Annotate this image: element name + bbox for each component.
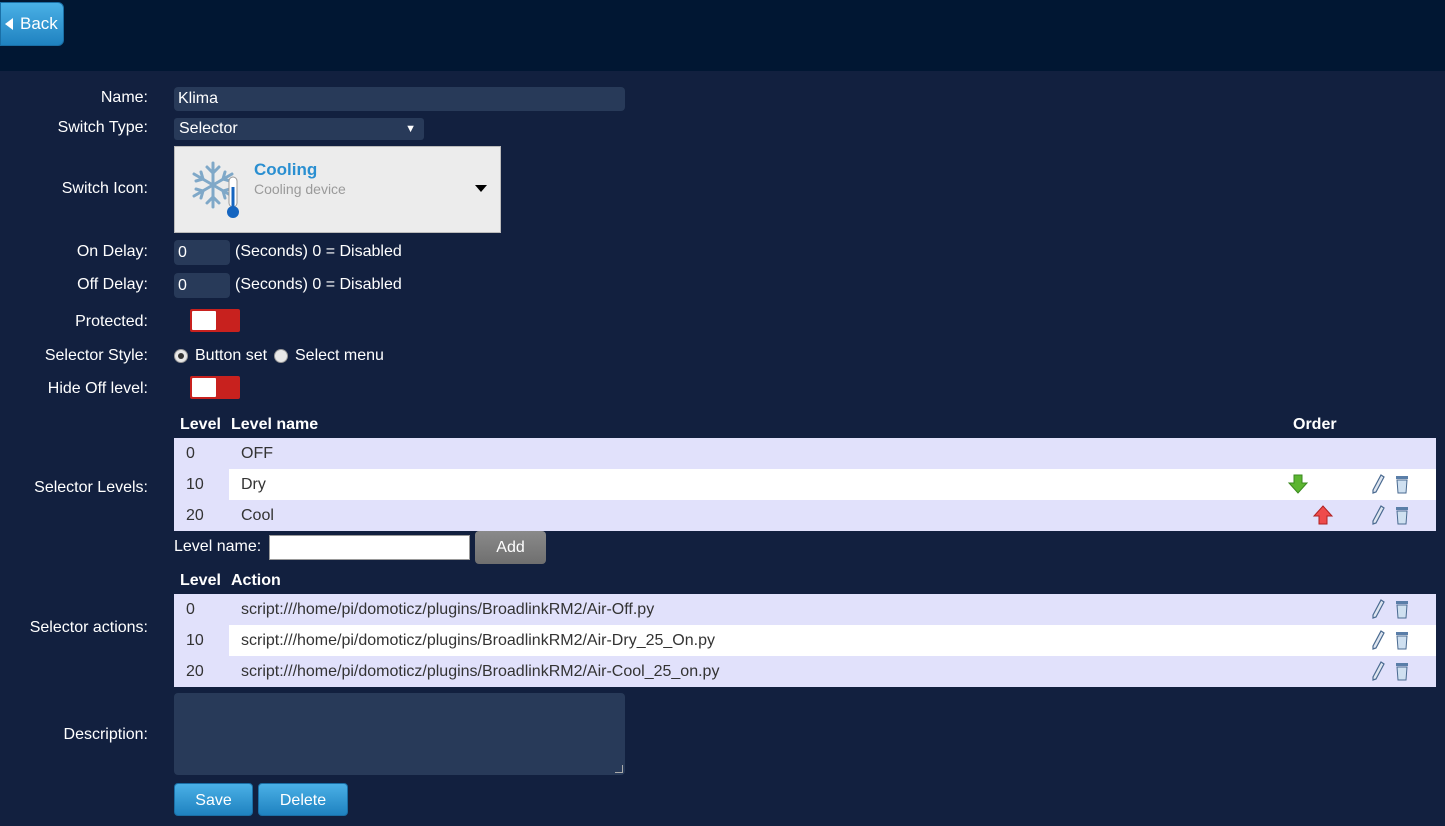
level-name-input[interactable]: [269, 535, 470, 560]
off-delay-input[interactable]: 0: [174, 273, 230, 298]
level-name-cell: Cool: [241, 507, 274, 524]
save-button[interactable]: Save: [174, 783, 253, 816]
off-delay-label: Off Delay:: [77, 276, 148, 293]
level-cell: 0: [174, 438, 229, 469]
on-delay-label: On Delay:: [76, 243, 148, 260]
selector-levels-label: Selector Levels:: [34, 479, 148, 496]
icon-subtitle: Cooling device: [254, 181, 346, 197]
radio-select-menu-label: Select menu: [295, 347, 384, 364]
levels-header-name: Level name: [231, 416, 319, 433]
hide-off-toggle[interactable]: [190, 376, 240, 399]
level-cell: 20: [174, 500, 229, 531]
table-row: 10 Dry: [174, 469, 1436, 500]
dropdown-arrow-icon: ▼: [405, 123, 416, 135]
levels-header-level: Level: [180, 416, 221, 433]
resize-grip-icon[interactable]: [615, 765, 623, 773]
edit-icon[interactable]: [1371, 630, 1385, 650]
back-label: Back: [20, 14, 58, 33]
switch-type-select[interactable]: Selector ▼: [174, 118, 424, 140]
description-label: Description:: [63, 726, 148, 743]
radio-button-set-label: Button set: [195, 347, 268, 364]
level-name-label: Level name:: [174, 538, 262, 555]
toggle-knob: [192, 378, 216, 397]
delete-icon[interactable]: [1394, 599, 1410, 619]
description-textarea[interactable]: [174, 693, 625, 775]
level-cell: 10: [174, 469, 229, 500]
on-delay-input[interactable]: 0: [174, 240, 230, 265]
actions-header-level: Level: [180, 572, 221, 589]
back-arrow-icon: [5, 18, 13, 30]
add-level-button[interactable]: Add: [475, 531, 546, 564]
name-label: Name:: [100, 89, 148, 106]
action-cell: script:///home/pi/domoticz/plugins/Broad…: [241, 663, 720, 680]
on-delay-hint: (Seconds) 0 = Disabled: [235, 243, 402, 260]
radio-button-set[interactable]: [174, 349, 188, 363]
table-row: 0 OFF: [174, 438, 1436, 469]
protected-toggle[interactable]: [190, 309, 240, 332]
action-cell: script:///home/pi/domoticz/plugins/Broad…: [241, 601, 655, 618]
delete-button[interactable]: Delete: [258, 783, 348, 816]
level-cell: 20: [174, 656, 229, 687]
toggle-knob: [192, 311, 216, 330]
level-cell: 10: [174, 625, 229, 656]
levels-header-order: Order: [1293, 416, 1337, 433]
switch-type-label: Switch Type:: [57, 119, 148, 136]
delete-icon[interactable]: [1394, 505, 1410, 525]
caret-down-icon: [475, 185, 487, 192]
snowflake-thermometer-icon: [192, 161, 239, 218]
edit-icon[interactable]: [1371, 661, 1385, 681]
back-button[interactable]: Back: [0, 2, 64, 46]
top-bar: Back: [0, 0, 1445, 71]
level-name-cell: Dry: [241, 476, 266, 493]
selector-style-label: Selector Style:: [44, 347, 148, 364]
action-cell: script:///home/pi/domoticz/plugins/Broad…: [241, 632, 715, 649]
switch-type-value: Selector: [179, 120, 238, 137]
edit-icon[interactable]: [1371, 599, 1385, 619]
actions-header-action: Action: [231, 572, 281, 589]
switch-icon-label: Switch Icon:: [61, 180, 148, 197]
hide-off-label: Hide Off level:: [47, 380, 148, 397]
table-row: 20 script:///home/pi/domoticz/plugins/Br…: [174, 656, 1436, 687]
name-input[interactable]: Klima: [174, 87, 625, 111]
off-delay-hint: (Seconds) 0 = Disabled: [235, 276, 402, 293]
selector-actions-label: Selector actions:: [29, 619, 148, 636]
icon-title: Cooling: [254, 160, 318, 179]
switch-icon-picker[interactable]: Cooling Cooling device: [174, 146, 501, 233]
table-row: 10 script:///home/pi/domoticz/plugins/Br…: [174, 625, 1436, 656]
delete-icon[interactable]: [1394, 474, 1410, 494]
protected-label: Protected:: [75, 313, 148, 330]
level-name-cell: OFF: [241, 445, 273, 462]
move-up-icon[interactable]: [1312, 504, 1334, 526]
level-cell: 0: [174, 594, 229, 625]
delete-icon[interactable]: [1394, 661, 1410, 681]
table-row: 0 script:///home/pi/domoticz/plugins/Bro…: [174, 594, 1436, 625]
radio-select-menu[interactable]: [274, 349, 288, 363]
table-row: 20 Cool: [174, 500, 1436, 531]
move-down-icon[interactable]: [1287, 473, 1309, 495]
edit-icon[interactable]: [1371, 505, 1385, 525]
delete-icon[interactable]: [1394, 630, 1410, 650]
edit-icon[interactable]: [1371, 474, 1385, 494]
